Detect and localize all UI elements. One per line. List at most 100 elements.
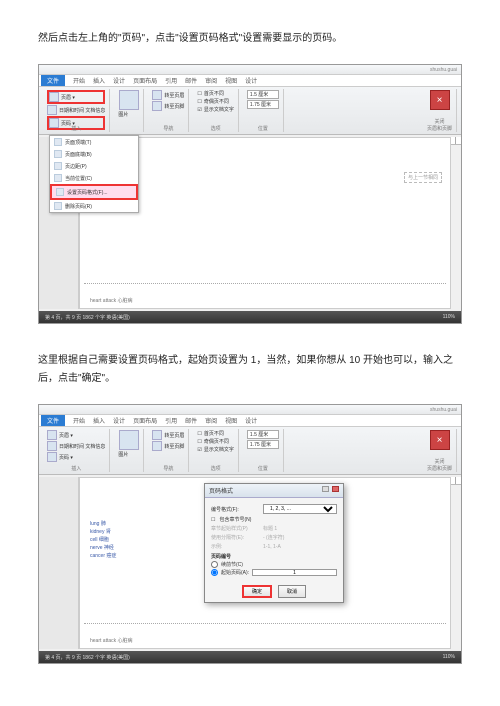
ribbon-tab-file[interactable]: 文件 <box>41 75 65 86</box>
group-label: 选项 <box>193 465 238 472</box>
ribbon-tab[interactable]: 设计 <box>245 416 257 425</box>
footer-from-bottom[interactable]: 1.75 厘米 <box>247 100 279 109</box>
include-chapter-checkbox[interactable]: ☐ <box>211 517 215 523</box>
left-gutter <box>39 477 79 649</box>
instruction-text-1: 然后点击左上角的"页码"，点击"设置页码格式"设置需要显示的页码。 <box>38 30 462 48</box>
dialog-titlebar: 页码格式 <box>205 484 343 498</box>
dropdown-item-remove[interactable]: 删除页码(R) <box>50 200 138 212</box>
picture-icon[interactable] <box>119 430 139 450</box>
window-titlebar: shushu.guai <box>39 405 461 415</box>
ribbon-tab-file[interactable]: 文件 <box>41 415 65 426</box>
ribbon-tab[interactable]: 视图 <box>225 76 237 85</box>
help-button[interactable] <box>322 486 329 492</box>
radio-continue[interactable] <box>211 561 218 568</box>
ribbon-group-options: ☐ 首页不同 ☐ 奇偶页不同 ☑ 显示文档文字 选项 <box>193 89 239 132</box>
ribbon-group-header-footer: 页眉 ▾ 日期和时间 文档信息 页码 ▾ 插入 <box>43 429 110 472</box>
ribbon-tab[interactable]: 设计 <box>245 76 257 85</box>
ribbon-btn-goto-header[interactable]: 转至页眉 <box>152 430 184 440</box>
ribbon-btn-goto-header[interactable]: 转至页眉 <box>152 90 184 100</box>
header-from-top[interactable]: 1.5 厘米 <box>247 90 279 99</box>
ribbon-groups: 页眉 ▾ 日期和时间 文档信息 页码 ▾ 插入 图片 转至页眉 转至页脚 导航 … <box>39 427 461 475</box>
instruction-text-2: 这里根据自己需要设置页码格式，起始页设置为 1，当然，如果你想从 10 开始也可… <box>38 352 462 388</box>
ribbon-tab[interactable]: 引用 <box>165 416 177 425</box>
pos-bottom-icon <box>54 150 62 158</box>
chk-odd-even-different[interactable]: ☐ 奇偶页不同 <box>197 98 234 105</box>
chk-odd-even-different[interactable]: ☐ 奇偶页不同 <box>197 438 234 445</box>
ribbon-btn-picture[interactable]: 图片 <box>118 451 139 458</box>
close-button[interactable] <box>332 486 339 492</box>
ribbon-btn-header[interactable]: 页眉 ▾ <box>47 430 105 440</box>
numbering-header: 页码编号 <box>211 553 337 560</box>
group-label: 关闭 页眉和页脚 <box>423 118 456 132</box>
radio-start-at[interactable] <box>211 569 218 576</box>
group-label: 位置 <box>243 125 283 132</box>
status-zoom[interactable]: 110% <box>443 314 455 320</box>
group-label: 导航 <box>148 125 188 132</box>
screenshot-1: shushu.guai 文件 开始 插入 设计 页面布局 引用 邮件 审阅 视图… <box>38 64 462 324</box>
goto-header-icon <box>152 90 162 100</box>
cancel-button[interactable]: 取消 <box>278 585 306 598</box>
goto-footer-icon <box>152 101 162 111</box>
footer-from-bottom[interactable]: 1.75 厘米 <box>247 440 279 449</box>
status-zoom[interactable]: 110% <box>443 654 455 660</box>
ribbon-tab[interactable]: 插入 <box>93 416 105 425</box>
picture-icon[interactable] <box>119 90 139 110</box>
ribbon-tab[interactable]: 开始 <box>73 416 85 425</box>
dialog-title: 页码格式 <box>209 486 233 495</box>
dropdown-item-current[interactable]: 当前位置(C) <box>50 172 138 184</box>
header-icon <box>47 430 57 440</box>
dropdown-item-format[interactable]: 设置页码格式(F)... <box>50 184 138 200</box>
status-bar: 第 4 页，共 9 页 1862 个字 英语(美国) 110% <box>39 311 461 323</box>
dialog-body: 编号格式(F): 1, 2, 3, ... ☐ 包含章节号(N) 章节起始样式(… <box>205 498 343 602</box>
page-number-icon <box>47 452 57 462</box>
dropdown-item-top[interactable]: 页面顶端(T) <box>50 136 138 148</box>
ribbon-btn-header[interactable]: 页眉 ▾ <box>47 90 105 104</box>
user-label: shushu.guai <box>430 67 457 73</box>
ribbon-btn-datetime[interactable]: 日期和时间 文档信息 <box>47 105 105 115</box>
chk-show-doc-text[interactable]: ☑ 显示文档文字 <box>197 106 234 113</box>
close-header-footer-button[interactable]: × <box>430 430 450 450</box>
ribbon-tab[interactable]: 审阅 <box>205 416 217 425</box>
chk-first-page-different[interactable]: ☐ 首页不同 <box>197 90 234 97</box>
dialog-window-controls <box>321 486 339 495</box>
ribbon-btn-goto-footer[interactable]: 转至页脚 <box>152 441 184 451</box>
close-header-footer-button[interactable]: × <box>430 90 450 110</box>
dropdown-item-bottom[interactable]: 页面底端(B) <box>50 148 138 160</box>
start-page-input[interactable] <box>252 569 337 576</box>
ribbon-btn-picture[interactable]: 图片 <box>118 111 139 118</box>
ribbon-tab[interactable]: 视图 <box>225 416 237 425</box>
ribbon-tab[interactable]: 设计 <box>113 76 125 85</box>
section-link-label: 与上一节相同 <box>404 172 442 183</box>
ok-button[interactable]: 确定 <box>242 585 272 598</box>
chk-show-doc-text[interactable]: ☑ 显示文档文字 <box>197 446 234 453</box>
ribbon-tab[interactable]: 邮件 <box>185 416 197 425</box>
window-titlebar: shushu.guai <box>39 65 461 75</box>
status-left: 第 4 页，共 9 页 1862 个字 英语(美国) <box>45 314 130 321</box>
ribbon-btn-datetime[interactable]: 日期和时间 文档信息 <box>47 441 105 451</box>
group-label: 位置 <box>243 465 283 472</box>
calendar-icon <box>47 441 57 451</box>
ribbon-btn-page-number[interactable]: 页码 ▾ <box>47 452 105 462</box>
header-icon <box>49 92 59 102</box>
ribbon-tab[interactable]: 插入 <box>93 76 105 85</box>
ribbon-group-header-footer: 页眉 ▾ 日期和时间 文档信息 页码 ▾ 插入 <box>43 89 110 132</box>
ribbon-tab-strip: 文件 开始 插入 设计 页面布局 引用 邮件 审阅 视图 设计 <box>39 415 461 427</box>
chk-first-page-different[interactable]: ☐ 首页不同 <box>197 430 234 437</box>
ribbon-group-nav: 转至页眉 转至页脚 导航 <box>148 429 189 472</box>
format-select[interactable]: 1, 2, 3, ... <box>263 504 337 514</box>
ribbon-btn-goto-footer[interactable]: 转至页脚 <box>152 101 184 111</box>
ribbon-tab[interactable]: 审阅 <box>205 76 217 85</box>
ribbon-tab[interactable]: 开始 <box>73 76 85 85</box>
header-from-top[interactable]: 1.5 厘米 <box>247 430 279 439</box>
footer-text: heart attack 心脏病 <box>90 297 133 304</box>
footer-separator <box>84 623 446 624</box>
ribbon-tab[interactable]: 引用 <box>165 76 177 85</box>
page-number-format-dialog: 页码格式 编号格式(F): 1, 2, 3, ... ☐ 包含章节号(N) 章节… <box>204 483 344 603</box>
dropdown-item-margin[interactable]: 页边距(P) <box>50 160 138 172</box>
separator-label: 使用分隔符(E): <box>211 534 259 541</box>
ribbon-tab[interactable]: 邮件 <box>185 76 197 85</box>
remove-icon <box>54 202 62 210</box>
ribbon-tab[interactable]: 页面布局 <box>133 76 157 85</box>
ribbon-tab[interactable]: 设计 <box>113 416 125 425</box>
ribbon-tab[interactable]: 页面布局 <box>133 416 157 425</box>
